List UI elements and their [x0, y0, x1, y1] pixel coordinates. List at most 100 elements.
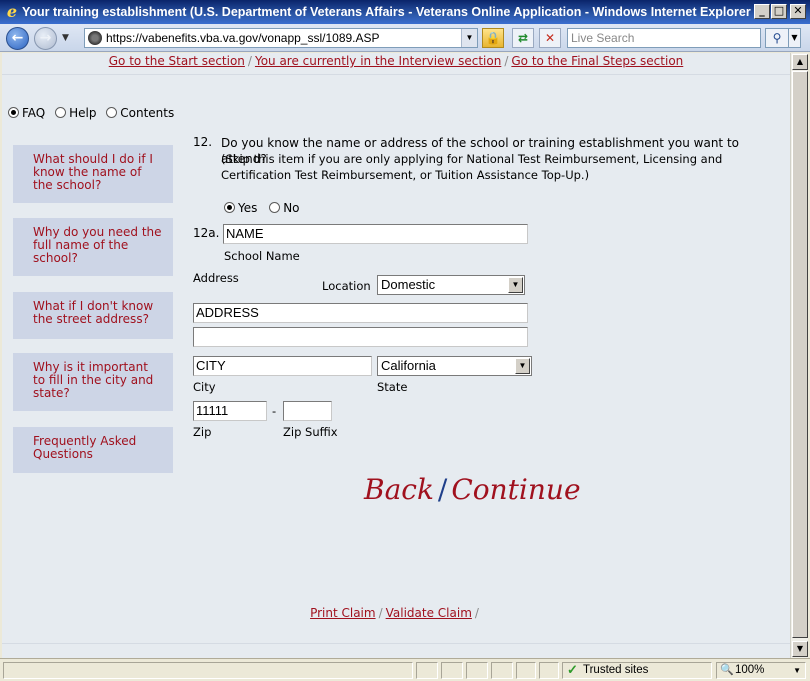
sub-question-number: 12a. — [193, 226, 220, 240]
back-button[interactable]: Back — [364, 473, 434, 506]
status-cell — [416, 662, 438, 679]
breadcrumb-separator: / — [504, 54, 509, 68]
faq-item-city-state[interactable]: Why is it important to fill in the city … — [13, 353, 173, 411]
checkmark-icon: ✓ — [567, 662, 578, 677]
footer-separator: / — [474, 606, 479, 620]
close-button[interactable]: ✕ — [790, 4, 806, 19]
status-cell — [539, 662, 559, 679]
faq-radio[interactable] — [8, 107, 19, 118]
chevron-down-icon[interactable]: ▼ — [515, 358, 530, 374]
state-selected-value: California — [381, 358, 436, 373]
zip-dash: - — [272, 404, 277, 418]
validate-claim-link[interactable]: Validate Claim — [386, 606, 472, 620]
no-radio[interactable] — [269, 202, 281, 213]
contents-option[interactable]: Contents — [106, 106, 174, 120]
city-field[interactable]: CITY — [193, 356, 372, 376]
divider — [2, 74, 790, 75]
scroll-down-icon[interactable]: ▼ — [792, 641, 808, 657]
scroll-thumb[interactable] — [792, 71, 808, 638]
url-text[interactable]: https://vabenefits.vba.va.gov/vonapp_ssl… — [106, 29, 380, 47]
action-separator: / — [437, 473, 448, 506]
address-line1-field[interactable]: ADDRESS — [193, 303, 528, 323]
navigation-actions: Back / Continue — [364, 473, 581, 506]
location-selected-value: Domestic — [381, 277, 436, 292]
zip-label: Zip — [193, 425, 212, 439]
breadcrumb-separator: / — [247, 54, 252, 68]
stop-icon[interactable]: ✕ — [539, 28, 561, 48]
history-dropdown-icon[interactable]: ▼ — [62, 33, 69, 43]
breadcrumb-final-link[interactable]: Go to the Final Steps section — [511, 54, 683, 68]
zip-suffix-field[interactable] — [283, 401, 332, 421]
help-mode-selector: FAQ Help Contents — [8, 106, 180, 120]
back-arrow-icon[interactable]: ← — [6, 27, 29, 50]
city-label: City — [193, 380, 216, 394]
breadcrumb-current-link[interactable]: You are currently in the Interview secti… — [255, 54, 501, 68]
print-claim-link[interactable]: Print Claim — [310, 606, 376, 620]
breadcrumb: Go to the Start section / You are currentl… — [2, 53, 790, 75]
ie-logo-icon: e — [6, 2, 18, 21]
address-toolbar: ← → ▼ https://vabenefits.vba.va.gov/vona… — [0, 24, 810, 52]
security-zone-label: Trusted sites — [583, 664, 649, 676]
status-cell — [441, 662, 463, 679]
security-zone[interactable]: ✓ Trusted sites — [562, 662, 712, 679]
address-label: Address — [193, 271, 239, 285]
window-title: Your training establishment (U.S. Depart… — [22, 5, 751, 19]
breadcrumb-start-link[interactable]: Go to the Start section — [109, 54, 245, 68]
vertical-scrollbar[interactable]: ▲ ▼ — [790, 53, 808, 658]
search-icon[interactable]: ⚲ — [765, 28, 789, 48]
scroll-up-icon[interactable]: ▲ — [792, 54, 808, 70]
status-cell — [466, 662, 488, 679]
faq-item-full-name[interactable]: Why do you need the full name of the sch… — [13, 218, 173, 276]
location-label: Location — [322, 279, 371, 293]
no-option[interactable]: No — [269, 201, 300, 215]
refresh-icon[interactable]: ⇄ — [512, 28, 534, 48]
question-number: 12. — [193, 135, 213, 149]
zip-field[interactable]: 11111 — [193, 401, 267, 421]
zip-suffix-label: Zip Suffix — [283, 425, 338, 439]
footer-links: Print Claim / Validate Claim / — [2, 606, 790, 620]
zoom-level: 100% — [735, 664, 765, 676]
status-bar: ✓ Trusted sites 🔍 100% ▼ — [0, 658, 810, 681]
page-content: Go to the Start section / You are currentl… — [2, 53, 790, 658]
question-note: (Skip this item if you are only applying… — [221, 152, 723, 182]
help-radio[interactable] — [55, 107, 67, 118]
faq-label: FAQ — [22, 106, 46, 120]
state-select[interactable]: California ▼ — [377, 356, 532, 376]
status-cell — [516, 662, 536, 679]
status-cell — [491, 662, 513, 679]
address-line2-field[interactable] — [193, 327, 528, 347]
faq-option[interactable]: FAQ — [8, 106, 45, 120]
yes-radio[interactable] — [224, 202, 235, 213]
school-name-field[interactable]: NAME — [223, 224, 528, 244]
zoom-dropdown-icon[interactable]: ▼ — [793, 663, 801, 678]
search-options-dropdown-icon[interactable]: ▼ — [789, 28, 801, 48]
help-option[interactable]: Help — [55, 106, 96, 120]
yes-no-selector: Yes No — [224, 201, 308, 215]
divider — [2, 643, 790, 644]
continue-button[interactable]: Continue — [451, 473, 580, 506]
search-input[interactable]: Live Search — [567, 28, 761, 48]
lock-icon[interactable]: 🔒 — [482, 28, 504, 48]
status-text-cell — [3, 662, 413, 679]
faq-item-faq[interactable]: Frequently Asked Questions — [13, 427, 173, 473]
contents-radio[interactable] — [106, 107, 118, 118]
faq-item-street-address[interactable]: What if I don't know the street address? — [13, 292, 173, 339]
chevron-down-icon[interactable]: ▼ — [508, 277, 523, 293]
school-name-label: School Name — [224, 249, 300, 263]
state-label: State — [377, 380, 408, 394]
minimize-button[interactable]: _ — [754, 4, 770, 19]
yes-option[interactable]: Yes — [224, 201, 257, 215]
contents-label: Contents — [120, 106, 175, 120]
zoom-control[interactable]: 🔍 100% ▼ — [716, 662, 806, 679]
zoom-icon: 🔍 — [720, 664, 734, 676]
footer-separator: / — [378, 606, 383, 620]
maximize-button[interactable]: □ — [771, 4, 787, 19]
location-select[interactable]: Domestic ▼ — [377, 275, 525, 295]
address-dropdown-icon[interactable]: ▼ — [461, 29, 477, 47]
faq-item-know-name[interactable]: What should I do if I know the name of t… — [13, 145, 173, 203]
help-label: Help — [69, 106, 97, 120]
forward-arrow-icon[interactable]: → — [34, 27, 57, 50]
address-input[interactable]: https://vabenefits.vba.va.gov/vonapp_ssl… — [84, 28, 478, 48]
no-label: No — [283, 201, 300, 215]
site-favicon-icon — [88, 31, 102, 45]
